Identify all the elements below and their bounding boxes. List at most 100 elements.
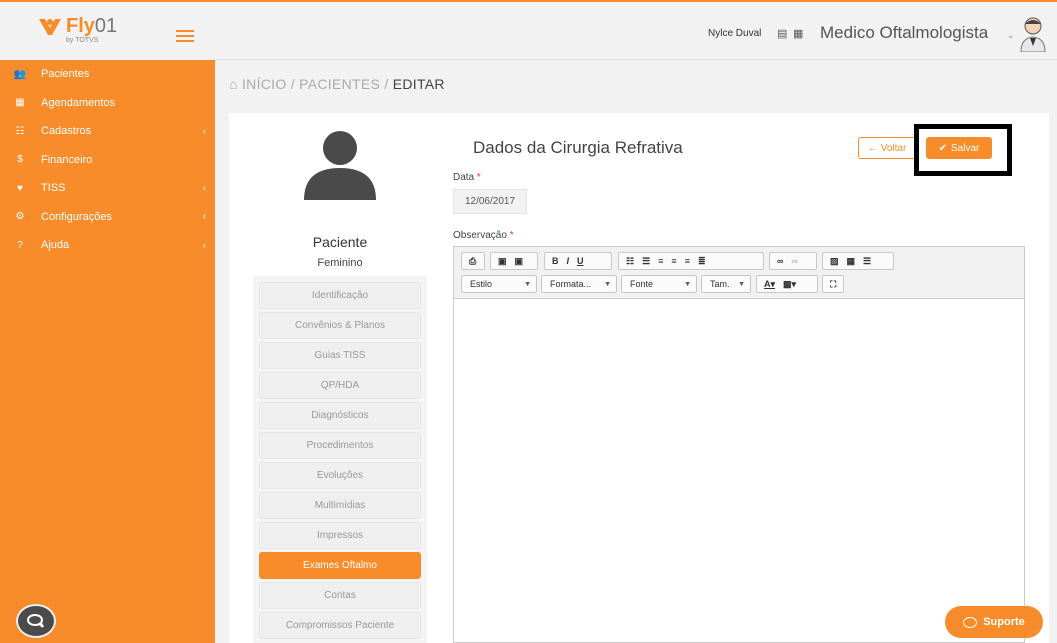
chat-bubbles-icon [27, 614, 44, 628]
bold-icon[interactable]: B [552, 256, 559, 266]
patient-menu-item[interactable]: Exames Oftalmo [259, 552, 421, 579]
table-icon[interactable]: ▦ [847, 256, 856, 267]
logo-mark-icon [39, 19, 61, 35]
patient-menu-item[interactable]: Identificação [259, 282, 421, 309]
toolbar-group-links: ∞ ∞ [769, 252, 817, 270]
breadcrumb-section[interactable]: PACIENTES [299, 76, 380, 92]
logo-subtitle: by TOTVS [66, 37, 99, 44]
size-combo[interactable]: Tam. ▼ [701, 275, 751, 293]
patient-menu-item[interactable]: Contas [259, 582, 421, 609]
toolbar-group-colors: A▾ ▩▾ [756, 275, 818, 293]
patient-menu-item[interactable]: Multimídias [259, 492, 421, 519]
underline-icon[interactable]: U [577, 256, 584, 266]
patient-menu-item[interactable]: Impressos [259, 522, 421, 549]
patient-menu-item[interactable]: Compromissos Paciente [259, 612, 421, 639]
doctor-avatar-icon[interactable] [1019, 16, 1047, 52]
sidebar-item-3[interactable]: $ Financeiro [0, 146, 215, 175]
print-icon[interactable]: ⎙ [469, 256, 476, 267]
toolbar-group-paste: ▣ ▣ [490, 252, 538, 270]
toolbar-group-lists: ☷ ☰ ≡ ≡ ≡ ≣ [618, 252, 764, 270]
caret-down-icon: ▼ [738, 280, 745, 288]
toolbar-group-format: B I U [544, 252, 612, 270]
gear-icon: ⚙ [15, 211, 25, 223]
sidebar-item-1[interactable]: ▦ Agendamentos [0, 89, 215, 118]
editor-text-area[interactable] [454, 299, 1024, 643]
sidebar-item-label: TISS [41, 182, 66, 195]
date-field[interactable]: 12/06/2017 [453, 189, 527, 214]
section-title: Dados da Cirurgia Refrativa [473, 138, 683, 157]
caret-down-icon: ▼ [604, 280, 611, 288]
back-button[interactable]: ← Voltar [858, 137, 916, 159]
logo-area: Fly01 by TOTVS [0, 0, 215, 60]
unlink-icon[interactable]: ∞ [791, 256, 797, 266]
patient-menu-item[interactable]: Diagnósticos [259, 402, 421, 429]
paste-icon[interactable]: ▣ [498, 256, 507, 267]
chat-bubble-icon [963, 616, 978, 628]
grid-icon[interactable]: ▦ [793, 27, 803, 40]
id-card-icon[interactable]: ▤ [777, 27, 787, 40]
chat-button[interactable] [16, 604, 56, 638]
align-center-icon[interactable]: ≡ [671, 256, 676, 266]
highlight-box [914, 124, 1012, 176]
editor-toolbar: ⎙ ▣ ▣ B I U ☷ ☰ ≡ ≡ ≡ ≣ ∞ ∞ ▨ ▦ ☰ Estilo… [454, 247, 1024, 299]
patient-menu-item[interactable]: Convênios & Planos [259, 312, 421, 339]
sidebar-item-2[interactable]: ☷ Cadastros ‹ [0, 117, 215, 146]
hamburger-menu-icon[interactable] [176, 30, 194, 42]
calendar-icon: ▦ [15, 97, 25, 109]
arrow-left-icon: ← [867, 142, 878, 154]
link-icon[interactable]: ∞ [777, 256, 783, 266]
logo-text: Fly01 [66, 15, 118, 37]
toolbar-group-maximize: ⛶ [822, 275, 844, 293]
support-button[interactable]: Suporte [945, 606, 1043, 638]
sidebar-item-label: Cadastros [41, 125, 92, 138]
sidebar-item-4[interactable]: ♥ TISS ‹ [0, 174, 215, 203]
chevron-left-icon: ‹ [202, 239, 206, 251]
patient-menu-item[interactable]: Guias TISS [259, 342, 421, 369]
sidebar-item-0[interactable]: 👥 Pacientes [0, 60, 215, 89]
question-icon: ? [17, 239, 23, 251]
sidebar-item-6[interactable]: ? Ajuda ‹ [0, 231, 215, 260]
observacao-label: Observação * [453, 230, 514, 241]
italic-icon[interactable]: I [567, 256, 570, 266]
patient-menu-item[interactable]: Procedimentos [259, 432, 421, 459]
align-justify-icon[interactable]: ≣ [698, 256, 706, 267]
top-bar: Nylce Duval ▤ ▦ Medico Oftalmologista ⌄ [215, 0, 1057, 60]
users-icon: 👥 [13, 68, 27, 80]
style-combo[interactable]: Estilo ▼ [461, 275, 537, 293]
sidebar-nav: 👥 Pacientes ▦ Agendamentos ☷ Cadastros ‹ $ Finan… [0, 60, 215, 260]
list-icon: ☷ [15, 125, 25, 137]
sidebar-item-label: Pacientes [41, 68, 90, 81]
patient-gender: Feminino [317, 257, 363, 269]
sidebar-item-label: Agendamentos [41, 96, 115, 109]
brand-logo[interactable]: Fly01 by TOTVS [38, 15, 118, 44]
font-combo[interactable]: Fonte ▼ [621, 275, 697, 293]
text-color-icon[interactable]: A▾ [764, 279, 775, 290]
patient-menu-item[interactable]: Evoluções [259, 462, 421, 489]
maximize-icon[interactable]: ⛶ [830, 279, 836, 290]
sidebar-item-5[interactable]: ⚙ Configurações ‹ [0, 203, 215, 232]
breadcrumb-home[interactable]: INÍCIO [242, 76, 287, 92]
image-icon[interactable]: ▨ [830, 256, 839, 267]
align-right-icon[interactable]: ≡ [685, 256, 690, 266]
chevron-down-icon[interactable]: ⌄ [1007, 30, 1015, 41]
chevron-left-icon: ‹ [202, 125, 206, 137]
dollar-icon: $ [17, 154, 23, 166]
breadcrumb-current: EDITAR [392, 76, 445, 92]
paste-word-icon[interactable]: ▣ [515, 256, 524, 267]
caret-down-icon: ▼ [684, 280, 691, 288]
align-left-icon[interactable]: ≡ [658, 256, 663, 266]
heartbeat-icon: ♥ [17, 182, 23, 194]
horizontal-line-icon[interactable]: ☰ [863, 256, 871, 267]
bullet-list-icon[interactable]: ☰ [642, 256, 650, 267]
format-combo[interactable]: Formata... ▼ [541, 275, 617, 293]
patient-menu-item[interactable]: QP/HDA [259, 372, 421, 399]
sidebar-item-label: Financeiro [41, 153, 93, 166]
home-icon[interactable]: ⌂ [229, 76, 238, 92]
role-selector[interactable]: Medico Oftalmologista [820, 23, 988, 43]
ordered-list-icon[interactable]: ☷ [626, 256, 634, 267]
breadcrumb: ⌂ INÍCIO / PACIENTES / EDITAR [229, 76, 445, 92]
background-color-icon[interactable]: ▩▾ [783, 279, 796, 290]
toolbar-group-print: ⎙ [461, 252, 485, 270]
patient-title: Paciente [312, 234, 368, 250]
user-name[interactable]: Nylce Duval [708, 28, 761, 39]
